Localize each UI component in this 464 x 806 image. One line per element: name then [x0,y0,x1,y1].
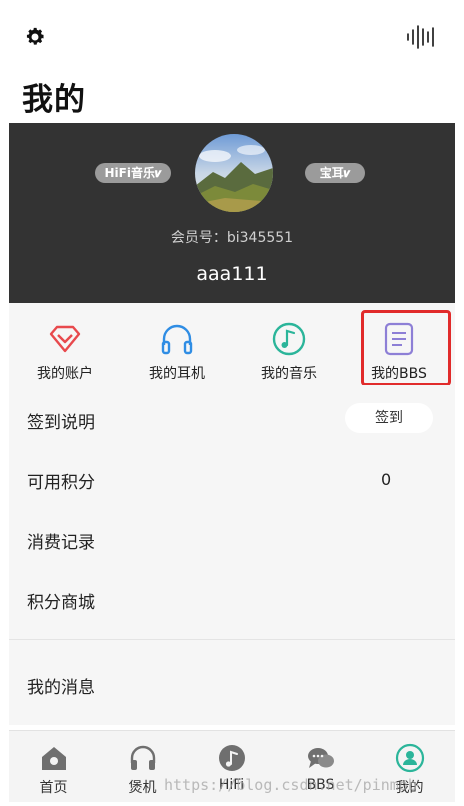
avatar[interactable] [195,134,273,212]
menu-row-history[interactable]: 消费记录 [9,508,455,568]
quick-link-headphones[interactable]: 我的耳机 [121,303,233,385]
history-label: 消费记录 [27,533,95,553]
headphones-icon [130,745,156,770]
quick-link-music[interactable]: 我的音乐 [233,303,345,385]
username: aaa111 [196,263,268,285]
tab-label: BBS [306,777,335,793]
quick-link-bbs[interactable]: 我的BBS [343,303,455,385]
tab-home[interactable]: 首页 [9,731,98,803]
menu-row-messages[interactable]: 我的消息 [9,653,455,713]
earphone-badge[interactable]: 宝耳𝒗 [305,163,365,183]
sound-wave-icon[interactable] [406,24,436,50]
messages-label: 我的消息 [27,678,95,698]
menu-list: 签到说明 签到 可用积分 0 消费记录 积分商城 我的消息 [9,385,455,725]
tab-label: 首页 [39,780,68,796]
headphones-icon [161,324,193,355]
menu-row-store[interactable]: 积分商城 [9,568,455,628]
profile-card: HiFi音乐𝒗 宝耳𝒗 会员号：bi345551 aaa111 [9,123,455,303]
tab-hifi[interactable]: HiFi [187,731,276,803]
gear-icon[interactable] [24,26,46,48]
quick-links: 我的账户 我的耳机 我的音乐 我的BBS [9,303,455,385]
store-label: 积分商城 [27,593,95,613]
tab-label: HiFi [218,777,245,793]
music-note-icon [272,322,306,356]
home-icon [42,747,66,770]
hifi-badge[interactable]: HiFi音乐𝒗 [95,163,171,183]
checkin-label: 签到说明 [27,413,95,433]
tab-label: 煲机 [128,780,157,796]
quick-link-label: 我的BBS [371,366,427,382]
menu-row-checkin[interactable]: 签到说明 签到 [9,388,455,448]
member-number: 会员号：bi345551 [170,230,294,246]
tab-burn-in[interactable]: 煲机 [98,731,187,803]
chat-icon [308,748,334,768]
points-value: 0 [381,470,392,489]
bottom-tab-bar: 首页 煲机 HiFi BBS 我的 [9,730,455,802]
top-bar [0,0,464,70]
document-icon [384,322,414,356]
user-icon [395,743,425,773]
music-note-icon [219,745,245,771]
quick-link-account[interactable]: 我的账户 [9,303,121,385]
quick-link-label: 我的耳机 [149,366,205,382]
page-title: 我的 [22,82,86,118]
quick-link-label: 我的账户 [37,366,93,382]
tab-label: 我的 [395,780,424,796]
quick-link-label: 我的音乐 [261,366,317,382]
tab-bbs[interactable]: BBS [276,731,365,803]
tab-mine[interactable]: 我的 [365,731,454,803]
divider [9,639,455,640]
checkin-button[interactable]: 签到 [345,403,433,433]
points-label: 可用积分 [27,473,95,493]
menu-row-points: 可用积分 0 [9,448,455,508]
diamond-icon [49,325,81,353]
